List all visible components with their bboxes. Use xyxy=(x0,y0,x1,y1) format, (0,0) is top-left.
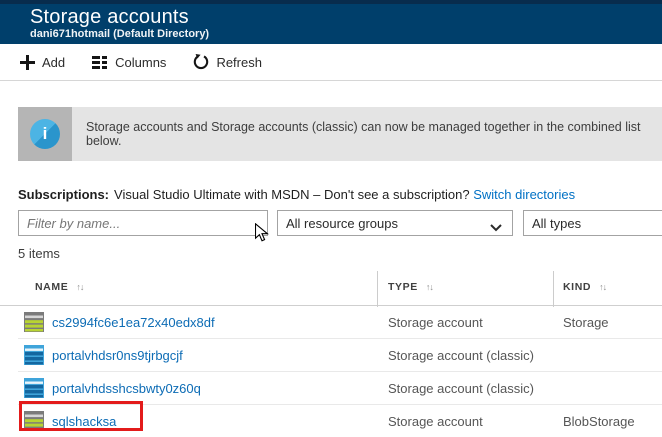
info-icon: i xyxy=(30,119,60,149)
info-banner: i Storage accounts and Storage accounts … xyxy=(18,107,662,161)
column-separator xyxy=(553,271,554,307)
row-type: Storage account xyxy=(388,315,483,330)
resource-groups-dropdown[interactable]: All resource groups xyxy=(277,210,513,236)
sort-arrows-icon: ↑↓ xyxy=(76,282,84,292)
info-banner-icon-box: i xyxy=(18,107,72,161)
header-top-strip xyxy=(0,0,662,4)
page-header: Storage accounts dani671hotmail (Default… xyxy=(0,0,662,44)
table-row[interactable]: cs2994fc6e1ea72x40edx8df Storage account… xyxy=(18,306,662,339)
plus-icon xyxy=(20,54,35,70)
storage-account-icon xyxy=(24,411,44,431)
storage-account-link[interactable]: cs2994fc6e1ea72x40edx8df xyxy=(52,306,215,339)
subscriptions-line: Subscriptions: Visual Studio Ultimate wit… xyxy=(18,187,575,202)
storage-account-link[interactable]: portalvhdsshcsbwty0z60q xyxy=(52,372,201,405)
refresh-button-label: Refresh xyxy=(216,54,262,70)
types-value: All types xyxy=(532,215,582,231)
column-header-kind[interactable]: KIND ↑↓ xyxy=(563,269,607,306)
column-separator xyxy=(377,271,378,307)
storage-account-icon xyxy=(24,312,44,332)
table-row[interactable]: portalvhdsshcsbwty0z60q Storage account … xyxy=(18,372,662,405)
storage-account-link[interactable]: portalvhdsr0ns9tjrbgcjf xyxy=(52,339,183,372)
row-type: Storage account (classic) xyxy=(388,348,534,363)
resource-groups-value: All resource groups xyxy=(286,215,398,231)
columns-button-label: Columns xyxy=(115,54,167,70)
table-header: NAME ↑↓ TYPE ↑↓ KIND ↑↓ xyxy=(0,269,662,306)
subscriptions-label: Subscriptions: xyxy=(18,187,110,202)
classic-storage-account-icon xyxy=(24,378,44,398)
chevron-down-icon xyxy=(490,220,502,235)
storage-account-link[interactable]: sqlshacksa xyxy=(52,405,116,437)
storage-accounts-page: Storage accounts dani671hotmail (Default… xyxy=(0,0,662,437)
columns-icon xyxy=(92,55,108,70)
types-dropdown[interactable]: All types xyxy=(523,210,662,236)
classic-storage-account-icon xyxy=(24,345,44,365)
row-kind: Storage xyxy=(563,315,609,330)
info-banner-text: Storage accounts and Storage accounts (c… xyxy=(86,120,641,148)
row-type: Storage account xyxy=(388,414,483,429)
items-count: 5 items xyxy=(18,246,60,261)
subscriptions-value: Visual Studio Ultimate with MSDN – Don't… xyxy=(114,187,470,202)
add-button[interactable]: Add xyxy=(20,54,66,70)
columns-button[interactable]: Columns xyxy=(92,55,166,70)
filter-by-name-input[interactable] xyxy=(18,210,268,236)
row-type: Storage account (classic) xyxy=(388,381,534,396)
directory-subtitle: dani671hotmail (Default Directory) xyxy=(30,28,210,40)
column-header-name[interactable]: NAME ↑↓ xyxy=(35,269,84,306)
row-kind: BlobStorage xyxy=(563,414,635,429)
column-header-type[interactable]: TYPE ↑↓ xyxy=(388,269,434,306)
switch-directories-link[interactable]: Switch directories xyxy=(473,187,575,202)
command-bar: Add Columns Refresh xyxy=(0,44,662,81)
refresh-icon xyxy=(193,54,209,70)
sort-arrows-icon: ↑↓ xyxy=(425,282,434,292)
add-button-label: Add xyxy=(42,54,66,70)
page-title: Storage accounts xyxy=(30,6,189,28)
table-row[interactable]: sqlshacksa Storage account BlobStorage xyxy=(18,405,662,437)
table-row[interactable]: portalvhdsr0ns9tjrbgcjf Storage account … xyxy=(18,339,662,372)
refresh-button[interactable]: Refresh xyxy=(193,54,262,70)
sort-arrows-icon: ↑↓ xyxy=(599,282,607,292)
